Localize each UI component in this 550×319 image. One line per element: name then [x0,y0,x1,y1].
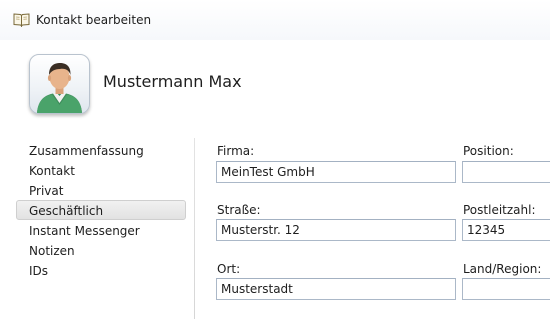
position-label: Position: [463,144,514,158]
window-title: Kontakt bearbeiten [36,13,152,27]
region-label: Land/Region: [463,262,542,276]
nav-item-geschaeftlich[interactable]: Geschäftlich [16,200,186,220]
title-bar: Kontakt bearbeiten [0,0,550,40]
firma-input[interactable] [216,161,456,183]
panel-divider [194,138,195,319]
person-avatar-icon [37,63,82,113]
position-input[interactable] [462,161,550,183]
strasse-input[interactable] [216,219,456,241]
plz-label: Postleitzahl: [463,203,536,217]
strasse-label: Straße: [217,203,261,217]
nav-item-zusammenfassung[interactable]: Zusammenfassung [16,140,186,160]
region-input[interactable] [462,278,550,300]
ort-input[interactable] [216,278,456,300]
nav-item-notizen[interactable]: Notizen [16,240,186,260]
nav-item-kontakt[interactable]: Kontakt [16,160,186,180]
address-book-icon [13,12,30,30]
section-nav: Zusammenfassung Kontakt Privat Geschäftl… [16,140,186,280]
nav-item-ids[interactable]: IDs [16,260,186,280]
firma-label: Firma: [217,144,255,158]
nav-item-instant-messenger[interactable]: Instant Messenger [16,220,186,240]
nav-item-privat[interactable]: Privat [16,180,186,200]
avatar[interactable] [29,54,90,114]
plz-input[interactable] [462,219,550,241]
ort-label: Ort: [217,262,241,276]
contact-name: Mustermann Max [103,72,242,91]
